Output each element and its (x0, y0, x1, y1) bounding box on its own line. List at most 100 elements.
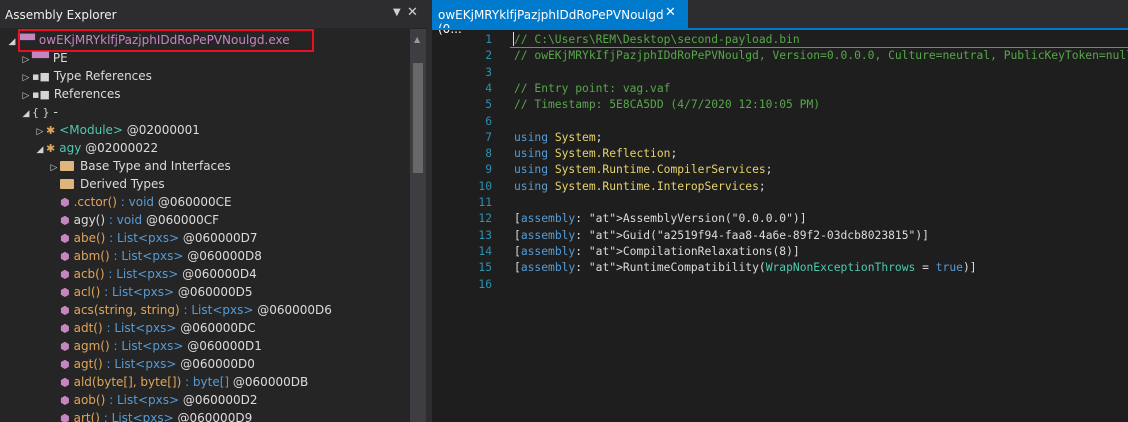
assembly-explorer-title-bar: Assembly Explorer ▼ ✕ (0, 0, 426, 28)
tree-item-token: @060000D1 (183, 339, 262, 353)
collapse-arrow-icon[interactable]: ◢ (6, 33, 18, 51)
line-number: 11 (478, 196, 492, 209)
tree-item[interactable]: ⬢ acb() : List<pxs> @060000D4 (48, 265, 257, 283)
tree-item[interactable]: ▷ ✱ <Module> @02000001 (34, 121, 200, 139)
panel-close-icon[interactable]: ✕ (407, 5, 418, 20)
tree-item-signature: : List<pxs> (102, 357, 177, 371)
method-icon: ⬢ (60, 340, 70, 353)
tree-item[interactable]: ⬢ .cctor() : void @060000CE (48, 193, 232, 211)
tree-item-signature: : byte[] (181, 375, 230, 389)
references-icon: ▪■ (32, 88, 50, 101)
tree-item-token: @060000CF (142, 213, 220, 227)
tree-item[interactable]: ▷ ▪■ References (20, 85, 121, 103)
tree-item[interactable]: ▷ ▀▀ PE (20, 49, 68, 67)
code-line: // owEKjMRYkIfjPazjphIDdRoPePVNoulgd, Ve… (514, 49, 1128, 63)
line-number: 16 (478, 277, 492, 291)
tree-item-label: acb() (73, 267, 105, 281)
code-line: // Timestamp: 5E8CA5DD (4/7/2020 12:10:0… (514, 98, 821, 112)
method-icon: ⬢ (60, 232, 70, 245)
method-icon: ⬢ (60, 304, 70, 317)
tree-item[interactable]: ⬢ acs(string, string) : List<pxs> @060000… (48, 301, 332, 319)
line-number: 4 (485, 81, 492, 95)
tree-item-signature: : List<pxs> (179, 303, 254, 317)
tree-item[interactable]: ⬢ adt() : List<pxs> @060000DC (48, 319, 256, 337)
tree-item-token: @060000D8 (183, 249, 262, 263)
tree-item-signature: : List<pxs> (105, 393, 180, 407)
tree-item-token: @060000D5 (174, 285, 253, 299)
tree-item[interactable]: ⬢ agt() : List<pxs> @060000D0 (48, 355, 255, 373)
tree-item[interactable]: ⬢ abe() : List<pxs> @060000D7 (48, 229, 258, 247)
folder-icon (60, 179, 74, 189)
code-line: using System.Runtime.InteropServices; (514, 179, 766, 193)
tree-item-token: @060000DB (229, 375, 309, 389)
tree-item[interactable]: ▷ ▪■ Type References (20, 67, 152, 85)
tree-item-signature: : void (105, 213, 143, 227)
tree-item-token: @060000D6 (253, 303, 332, 317)
collapse-arrow-icon[interactable]: ◢ (34, 141, 46, 159)
tree-item[interactable]: ⬢ ald(byte[], byte[]) : byte[] @060000DB (48, 373, 308, 391)
scrollbar-thumb[interactable] (413, 63, 423, 173)
line-number: 12 (478, 212, 492, 226)
assembly-icon: ▀▀ (18, 34, 35, 47)
tree-item-label: adt() (73, 321, 103, 335)
tree-item[interactable]: ⬢ art() : List<pxs> @060000D9 (48, 409, 252, 422)
tree-item[interactable]: ⬢ aob() : List<pxs> @060000D2 (48, 391, 258, 409)
line-number: 14 (478, 244, 492, 258)
assembly-explorer-panel: Assembly Explorer ▼ ✕ ◢ ▀▀ owEKjMRYklfjPaz… (0, 0, 426, 422)
method-icon: ⬢ (60, 412, 70, 422)
type-references-icon: ▪■ (32, 70, 50, 83)
tree-item-token: @060000D7 (179, 231, 258, 245)
method-icon: ⬢ (60, 286, 70, 299)
line-number: 5 (485, 98, 492, 112)
tree-item-label: agy (59, 141, 82, 155)
line-number: 7 (485, 130, 492, 144)
tree-item[interactable]: ◢ ▀▀ owEKjMRYklfjPazjphIDdRoPePVNoulgd.exe (6, 31, 290, 49)
tree-item[interactable]: ⬢ agy() : void @060000CF (48, 211, 219, 229)
tree-item-token: @060000D9 (173, 411, 253, 422)
code-view[interactable]: 1 // C:\Users\REM\Desktop\second-payload.… (432, 30, 1128, 422)
tree-item-label: ald(byte[], byte[]) (73, 375, 182, 389)
tree-item[interactable]: ▷ Base Type and Interfaces (48, 157, 231, 175)
tree-item[interactable]: ◢{ } - (20, 103, 58, 121)
line-number: 15 (478, 261, 492, 275)
namespace-icon: { } (32, 106, 50, 119)
tree-item-signature: : List<pxs> (105, 231, 180, 245)
tree-item-signature: : List<pxs> (109, 249, 184, 263)
tree-item-token: @02000022 (81, 141, 159, 155)
tree-item-token: @060000DC (176, 321, 256, 335)
tree-item-label: aob() (73, 393, 106, 407)
tab-decompiled-assembly[interactable]: owEKjMRYklfjPazjphIDdRoPePVNoulgd (0... … (432, 0, 688, 36)
code-line: using System.Runtime.CompilerServices; (514, 163, 773, 177)
collapse-arrow-icon[interactable]: ◢ (20, 105, 32, 123)
tree-item[interactable]: ⬢ abm() : List<pxs> @060000D8 (48, 247, 262, 265)
tree-item[interactable]: ⬢ agm() : List<pxs> @060000D1 (48, 337, 262, 355)
code-line: using System.Reflection; (514, 147, 678, 161)
tree-item-token: @060000D4 (178, 267, 257, 281)
method-icon: ⬢ (60, 322, 70, 335)
tree-item-label: Type References (53, 69, 152, 83)
tree-item-token: @060000CE (154, 195, 232, 209)
tree-scrollbar[interactable]: ▲ (410, 29, 426, 422)
tree-item-signature: : List<pxs> (99, 411, 174, 422)
tree-item-label: abe() (73, 231, 106, 245)
line-number: 8 (485, 147, 492, 161)
tree-item-label: agt() (73, 357, 103, 371)
tree-item[interactable]: Derived Types (48, 175, 165, 193)
line-number: 1 (485, 33, 492, 46)
tree-item[interactable]: ◢ ✱ agy @02000022 (34, 139, 159, 159)
tree-item[interactable]: ⬢ acl() : List<pxs> @060000D5 (48, 283, 253, 301)
tree-item-label: agy() (73, 213, 106, 227)
method-icon: ⬢ (60, 196, 70, 209)
class-icon: ✱ (46, 124, 56, 137)
code-line: [assembly: "at">RuntimeCompatibility(Wra… (514, 261, 977, 275)
class-icon: ✱ (46, 142, 56, 155)
tab-close-icon[interactable]: ✕ (665, 5, 676, 20)
tree-item-token: @02000001 (122, 123, 200, 137)
tree-item-label: <Module> (59, 123, 123, 137)
tree-item-label: References (53, 87, 121, 101)
panel-dropdown-icon[interactable]: ▼ (393, 7, 401, 18)
code-line: [assembly: "at">CompilationRelaxations(8… (514, 244, 800, 258)
tree-item-label: agm() (73, 339, 110, 353)
line-number: 2 (485, 49, 492, 63)
scroll-up-icon[interactable]: ▲ (414, 35, 420, 44)
